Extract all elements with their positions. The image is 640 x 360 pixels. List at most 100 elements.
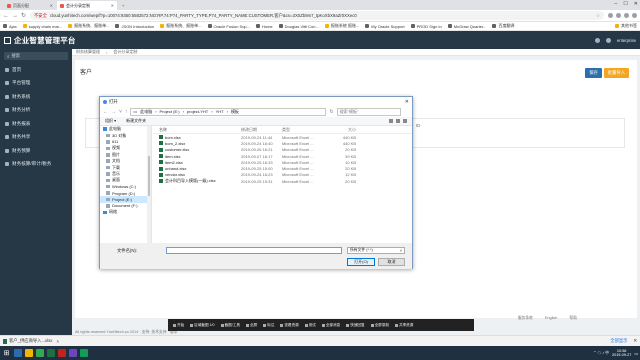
toolbar-item[interactable]: 全屏录制 <box>369 323 391 328</box>
other-bookmarks[interactable]: 其他书签 <box>615 23 637 29</box>
browser-tab[interactable]: 页面分配 ✕ <box>4 1 56 10</box>
show-all-downloads-link[interactable]: 全部显示 <box>610 338 627 344</box>
tree-item[interactable]: 网络 <box>100 209 151 215</box>
organize-button[interactable]: 组织 ▾ <box>105 118 116 124</box>
apps-bookmark[interactable]: Ajax <box>3 24 17 29</box>
forward-icon[interactable]: → <box>12 13 18 19</box>
preview-pane-icon[interactable] <box>396 119 400 123</box>
notification-center-icon[interactable]: ▭ <box>634 351 638 356</box>
dialog-close-button[interactable]: ✕ <box>405 99 409 105</box>
toolbar-item[interactable]: 全屏 <box>244 323 259 328</box>
url-input[interactable]: 不安全 cloud.yunhitech.com/wep/f?p=10074:93… <box>30 11 604 20</box>
bookmark[interactable]: 报账系统、报账单... <box>68 23 109 29</box>
column-date[interactable]: 修改日期 <box>241 127 282 133</box>
user-avatar[interactable] <box>605 37 611 43</box>
taskbar-app-icon[interactable] <box>14 349 22 357</box>
footer-link[interactable]: 服务条款 <box>518 316 533 321</box>
sidebar-item-finance-budget[interactable]: 财务预算 <box>0 144 72 158</box>
menu-icon[interactable] <box>632 13 637 18</box>
minimize-icon[interactable]: – <box>615 1 618 7</box>
path-segment[interactable]: YHT <box>216 109 224 114</box>
chevron-up-icon[interactable]: ˄ <box>56 339 59 344</box>
forward-icon[interactable]: → <box>111 109 116 115</box>
import-button[interactable]: 批量导入 <box>603 68 629 78</box>
cancel-button[interactable]: 取消 <box>378 258 405 266</box>
footer-link[interactable]: English <box>545 316 557 321</box>
clock[interactable]: 10:56 2019-09-27 <box>612 349 631 358</box>
column-type[interactable]: 类型 <box>282 127 322 133</box>
bookmark[interactable]: Oracle Fusion Sup... <box>207 24 250 29</box>
chevron-down-icon[interactable]: ˅ <box>119 109 122 115</box>
reload-icon[interactable]: ↻ <box>21 12 26 19</box>
path-segment[interactable]: 模板 <box>231 109 239 115</box>
maximize-icon[interactable]: ☐ <box>623 1 627 7</box>
toolbar-item[interactable]: 标注 <box>261 323 276 328</box>
windows-start-icon[interactable]: ⊞ <box>2 349 11 358</box>
path-segment[interactable]: project-YHT <box>187 109 208 114</box>
toolbar-item[interactable]: 快速回复 <box>344 323 366 328</box>
bookmark[interactable]: PROD Sign In <box>410 24 442 29</box>
sidebar-search-input[interactable]: ⌕ 搜索 <box>4 52 68 60</box>
back-icon[interactable]: ← <box>103 109 108 115</box>
new-tab-button[interactable]: + <box>119 1 127 10</box>
sidebar-item-finance-share[interactable]: 财务共享 <box>0 131 72 145</box>
path-segment[interactable]: Project (E:) <box>160 109 180 114</box>
save-button[interactable]: 保存 <box>585 68 602 78</box>
extension-icon[interactable] <box>608 13 613 18</box>
browser-tab-active[interactable]: 会计分录定制 ✕ <box>57 1 117 10</box>
toolbar-item[interactable]: 查看资源 <box>278 323 300 328</box>
taskbar-app-icon[interactable] <box>69 349 77 357</box>
tray-icons[interactable]: ⌃ ☁ ♪ 中 <box>593 350 609 356</box>
open-button[interactable]: 打开(O) <box>347 258 375 266</box>
help-icon[interactable] <box>403 119 407 123</box>
close-tab-icon[interactable]: ✕ <box>111 3 114 8</box>
tree-scrollbar[interactable] <box>147 126 151 243</box>
close-tab-icon[interactable]: ✕ <box>50 3 53 8</box>
bookmark[interactable]: JSON Introduction <box>115 24 154 29</box>
toolbar-item[interactable]: 区域截图 1/0 <box>188 323 216 328</box>
bookmark[interactable]: supply chain mar... <box>22 24 62 29</box>
wechat-icon[interactable] <box>80 349 88 357</box>
sidebar-item-platform[interactable]: 平台管理 <box>0 77 72 91</box>
user-name[interactable]: enterprise <box>617 38 636 43</box>
notification-icon[interactable] <box>594 37 600 43</box>
bookmark[interactable]: McGraw Quarter... <box>447 24 486 29</box>
filetype-select[interactable]: 所有文件 (*.*) ˅ <box>347 247 405 254</box>
bookmark[interactable]: Douglas Vitti Con... <box>278 24 319 29</box>
sidebar-item-finance-system[interactable]: 财务系统 <box>0 90 72 104</box>
toolbar-item[interactable]: 测试 <box>303 323 318 328</box>
not-secure-label[interactable]: 不安全 <box>34 13 47 19</box>
sidebar-item-finance-audit[interactable]: 财务核算/审计/税务 <box>0 158 72 172</box>
profile-icon[interactable] <box>624 13 629 18</box>
sidebar-item-home[interactable]: 首页 <box>0 63 72 77</box>
filename-input[interactable] <box>166 247 342 254</box>
download-item[interactable]: 客户_供应商导入...xlsx <box>9 338 52 344</box>
chrome-icon[interactable] <box>36 349 44 357</box>
close-icon[interactable]: ✕ <box>633 338 637 344</box>
new-folder-button[interactable]: 新建文件夹 <box>126 118 146 124</box>
path-breadcrumb[interactable]: ▭ 此电脑 › Project (E:) › project-YHT › YHT › 模… <box>130 107 327 116</box>
close-window-icon[interactable]: ✕ <box>634 1 638 7</box>
toolbar-item[interactable]: 截图/工具 <box>219 323 242 328</box>
toolbar-item[interactable]: 共享资源 <box>393 323 415 328</box>
folder-icon[interactable] <box>25 349 33 357</box>
bookmark[interactable]: 报账系统 报账... <box>324 23 359 29</box>
toolbar-item[interactable]: 全部消息 <box>320 323 342 328</box>
sidebar-item-finance-analysis[interactable]: 财务分析 <box>0 104 72 118</box>
column-size[interactable]: 大小 <box>322 127 356 133</box>
excel-icon[interactable] <box>47 349 55 357</box>
bookmark[interactable]: My Oracle Support <box>365 24 405 29</box>
bookmark[interactable]: 百度翻译 <box>492 23 514 29</box>
column-name[interactable]: 名称 <box>153 127 241 133</box>
scrollbar-thumb[interactable] <box>148 156 150 196</box>
back-icon[interactable]: ← <box>3 13 9 19</box>
bookmark[interactable]: Home <box>255 24 273 29</box>
bookmark[interactable]: 报账系统、报账单... <box>160 23 202 29</box>
sidebar-item-finance-report[interactable]: 财务报表 <box>0 117 72 131</box>
up-folder-icon[interactable]: ↑ <box>125 109 128 115</box>
footer-link[interactable]: 帮助 <box>569 316 577 321</box>
file-row[interactable]: 会计科目导入模版(一级).xlsx 2019-09-25 19:31 Microso… <box>153 178 412 184</box>
taskbar-app-icon[interactable] <box>58 349 66 357</box>
toolbar-item[interactable]: 开始 <box>171 323 186 328</box>
breadcrumb-item[interactable]: 会计分录定制 <box>113 49 137 55</box>
